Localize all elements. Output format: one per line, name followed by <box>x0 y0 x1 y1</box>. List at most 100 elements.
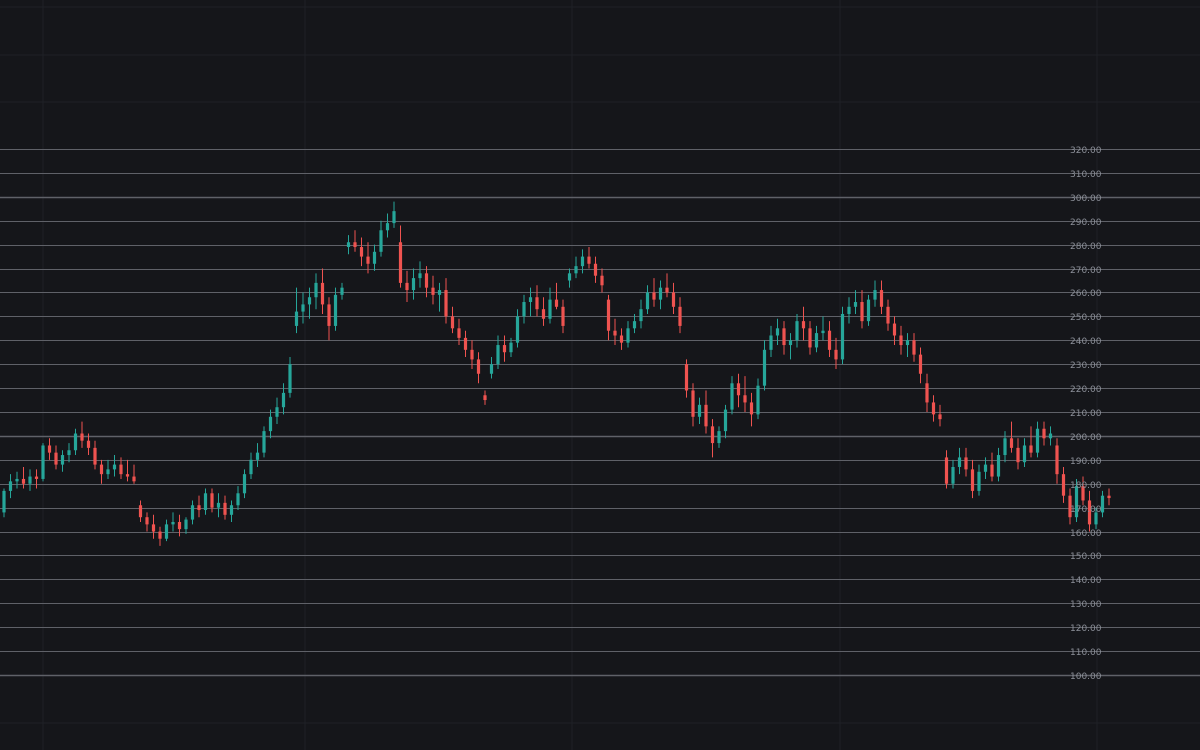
chart-background <box>0 0 1200 750</box>
candle-body <box>294 311 299 326</box>
candle-body <box>54 452 58 465</box>
candle-body <box>892 323 897 336</box>
candle-body <box>535 297 539 310</box>
candle-body <box>847 306 851 314</box>
candle-body <box>184 519 188 530</box>
candle-body <box>47 445 52 453</box>
price-tick-label: 260.00 <box>1070 289 1102 299</box>
price-tick-label: 270.00 <box>1070 266 1102 276</box>
candle-body <box>1107 495 1111 499</box>
candle-body <box>489 364 494 374</box>
candle-body <box>28 476 32 484</box>
candle-body <box>60 455 65 465</box>
candle-body <box>769 335 773 350</box>
candle-body <box>509 342 513 353</box>
candle-body <box>899 335 903 346</box>
candle-body <box>879 290 884 307</box>
candle-body <box>795 321 799 341</box>
candle-body <box>333 294 338 326</box>
candle-body <box>1022 445 1027 463</box>
candle-body <box>613 330 617 336</box>
candle-body <box>177 521 182 530</box>
candle-body <box>996 455 1001 477</box>
candle-body <box>171 521 175 525</box>
candle-body <box>834 349 838 360</box>
candle-body <box>457 328 461 338</box>
price-tick-label: 120.00 <box>1070 624 1102 634</box>
candle-body <box>704 404 708 427</box>
candle-body <box>405 282 409 291</box>
candle-body <box>964 457 968 470</box>
candle-body <box>652 292 656 300</box>
candle-body <box>236 493 240 506</box>
candle-body <box>151 524 156 532</box>
candle-body <box>782 328 786 346</box>
candle-body <box>658 287 663 300</box>
candle-body <box>944 457 949 484</box>
price-tick-label: 190.00 <box>1070 457 1102 467</box>
candle-body <box>8 481 13 491</box>
candle-body <box>249 459 253 475</box>
candle-body <box>229 505 234 515</box>
candle-body <box>866 299 871 322</box>
candle-body <box>34 476 39 479</box>
candle-body <box>717 431 721 444</box>
candle-body <box>873 290 877 300</box>
candle-body <box>288 364 292 393</box>
candle-body <box>281 392 286 408</box>
candle-body <box>1048 433 1053 439</box>
candle-body <box>853 302 858 307</box>
candle-body <box>476 359 481 374</box>
candle-body <box>86 440 91 448</box>
candle-body <box>860 302 864 322</box>
candle <box>840 306 845 365</box>
candle-body <box>619 335 624 343</box>
candle-body <box>788 340 793 346</box>
candle-body <box>119 464 123 475</box>
candle-body <box>600 275 604 286</box>
candle-body <box>106 469 110 475</box>
candle-body <box>1055 445 1059 475</box>
candle-body <box>463 337 468 350</box>
candle-body <box>268 416 273 432</box>
candle-body <box>431 287 435 295</box>
candle-body <box>242 474 247 494</box>
price-tick-label: 250.00 <box>1070 313 1102 323</box>
candle-body <box>678 306 682 326</box>
candle <box>41 443 45 482</box>
candle-body <box>255 452 260 460</box>
candle-body <box>684 364 689 391</box>
candle-body <box>541 309 546 319</box>
candle-body <box>522 302 526 317</box>
candle-body <box>918 354 923 374</box>
candle-body <box>925 383 929 403</box>
price-tick-label: 280.00 <box>1070 242 1102 252</box>
candle-body <box>762 349 767 386</box>
candle-body <box>203 493 208 511</box>
candle-body <box>827 330 832 350</box>
candle-body <box>145 517 149 525</box>
candle-body <box>470 349 474 360</box>
candle-body <box>587 256 591 264</box>
price-tick-label: 310.00 <box>1070 170 1102 180</box>
price-tick-label: 230.00 <box>1070 361 1102 371</box>
candle-body <box>756 385 760 415</box>
candle-body <box>15 478 19 482</box>
candle-body <box>743 395 747 403</box>
candle-body <box>593 263 598 276</box>
price-tick-label: 100.00 <box>1070 672 1102 682</box>
candle-body <box>1029 445 1033 453</box>
candle-body <box>379 230 383 252</box>
price-tick-label: 150.00 <box>1070 552 1102 562</box>
candle-body <box>437 290 442 295</box>
price-tick-label: 300.00 <box>1070 194 1102 204</box>
candle-body <box>632 321 637 329</box>
candle-body <box>418 273 422 279</box>
candle-body <box>353 242 357 248</box>
candle-body <box>80 433 84 441</box>
candle-body <box>483 395 487 401</box>
candle-body <box>710 426 715 444</box>
price-tick-label: 200.00 <box>1070 433 1102 443</box>
candle-body <box>2 490 6 513</box>
candle-body <box>158 531 162 539</box>
